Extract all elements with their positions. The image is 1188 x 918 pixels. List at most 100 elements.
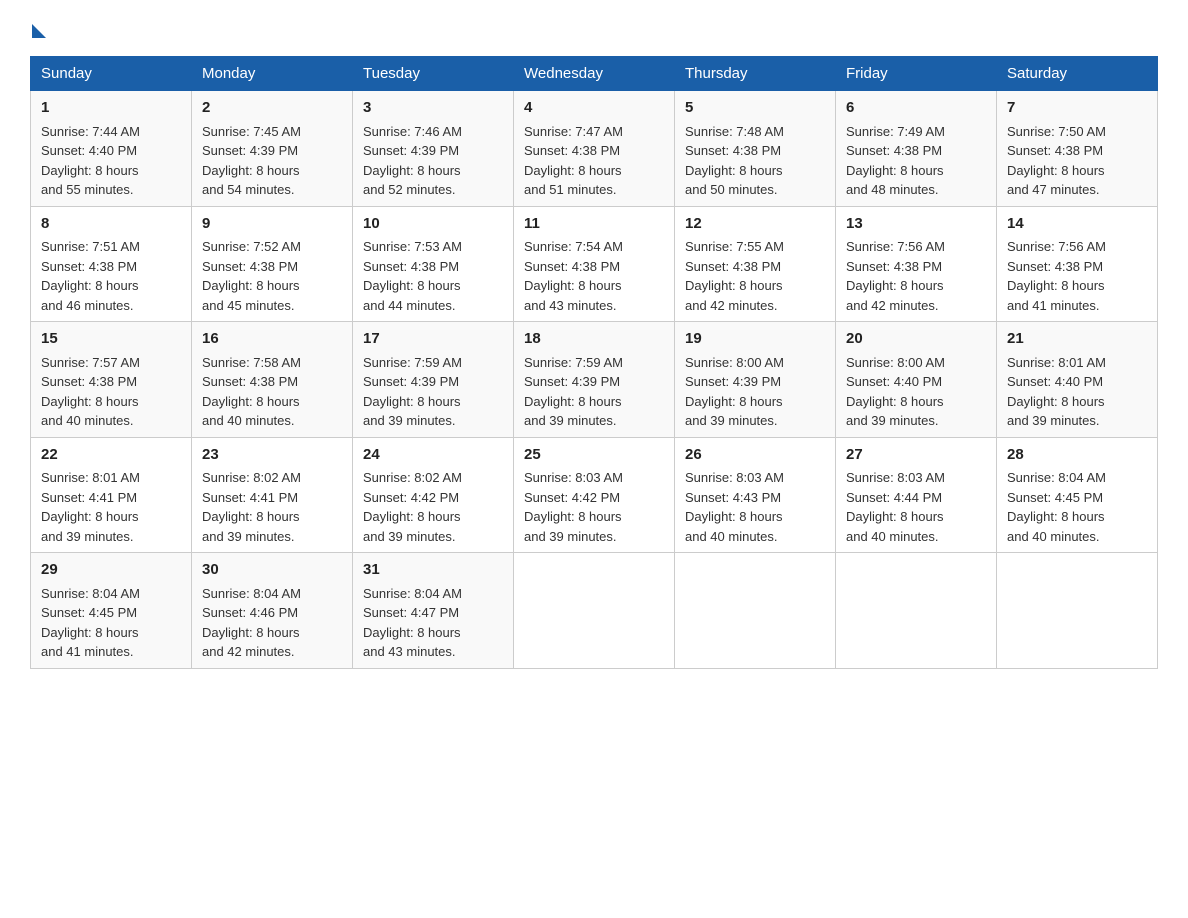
- day-number: 3: [363, 97, 503, 120]
- day-header-tuesday: Tuesday: [353, 57, 514, 91]
- day-info: Sunrise: 7:56 AMSunset: 4:38 PMDaylight:…: [1007, 239, 1106, 313]
- calendar-cell: 16 Sunrise: 7:58 AMSunset: 4:38 PMDaylig…: [192, 322, 353, 438]
- calendar-cell: 8 Sunrise: 7:51 AMSunset: 4:38 PMDayligh…: [31, 206, 192, 322]
- calendar-cell: 15 Sunrise: 7:57 AMSunset: 4:38 PMDaylig…: [31, 322, 192, 438]
- calendar-week-row: 15 Sunrise: 7:57 AMSunset: 4:38 PMDaylig…: [31, 322, 1158, 438]
- calendar-week-row: 8 Sunrise: 7:51 AMSunset: 4:38 PMDayligh…: [31, 206, 1158, 322]
- calendar-cell: 5 Sunrise: 7:48 AMSunset: 4:38 PMDayligh…: [675, 91, 836, 207]
- day-number: 12: [685, 213, 825, 236]
- day-number: 23: [202, 444, 342, 467]
- calendar-cell: 2 Sunrise: 7:45 AMSunset: 4:39 PMDayligh…: [192, 91, 353, 207]
- calendar-cell: 13 Sunrise: 7:56 AMSunset: 4:38 PMDaylig…: [836, 206, 997, 322]
- day-header-saturday: Saturday: [997, 57, 1158, 91]
- calendar-cell: 4 Sunrise: 7:47 AMSunset: 4:38 PMDayligh…: [514, 91, 675, 207]
- day-number: 8: [41, 213, 181, 236]
- calendar-cell: 17 Sunrise: 7:59 AMSunset: 4:39 PMDaylig…: [353, 322, 514, 438]
- day-number: 29: [41, 559, 181, 582]
- day-number: 13: [846, 213, 986, 236]
- calendar-cell: 19 Sunrise: 8:00 AMSunset: 4:39 PMDaylig…: [675, 322, 836, 438]
- calendar-cell: 14 Sunrise: 7:56 AMSunset: 4:38 PMDaylig…: [997, 206, 1158, 322]
- calendar-cell: [997, 553, 1158, 669]
- day-number: 30: [202, 559, 342, 582]
- day-info: Sunrise: 7:44 AMSunset: 4:40 PMDaylight:…: [41, 124, 140, 198]
- day-info: Sunrise: 8:02 AMSunset: 4:42 PMDaylight:…: [363, 470, 462, 544]
- day-info: Sunrise: 8:04 AMSunset: 4:45 PMDaylight:…: [41, 586, 140, 660]
- calendar-cell: 31 Sunrise: 8:04 AMSunset: 4:47 PMDaylig…: [353, 553, 514, 669]
- calendar-cell: [836, 553, 997, 669]
- day-number: 24: [363, 444, 503, 467]
- day-header-sunday: Sunday: [31, 57, 192, 91]
- day-info: Sunrise: 7:58 AMSunset: 4:38 PMDaylight:…: [202, 355, 301, 429]
- day-number: 25: [524, 444, 664, 467]
- day-number: 19: [685, 328, 825, 351]
- day-info: Sunrise: 8:01 AMSunset: 4:40 PMDaylight:…: [1007, 355, 1106, 429]
- day-info: Sunrise: 7:59 AMSunset: 4:39 PMDaylight:…: [524, 355, 623, 429]
- calendar-cell: 10 Sunrise: 7:53 AMSunset: 4:38 PMDaylig…: [353, 206, 514, 322]
- calendar-cell: 12 Sunrise: 7:55 AMSunset: 4:38 PMDaylig…: [675, 206, 836, 322]
- day-header-monday: Monday: [192, 57, 353, 91]
- calendar-week-row: 1 Sunrise: 7:44 AMSunset: 4:40 PMDayligh…: [31, 91, 1158, 207]
- day-number: 31: [363, 559, 503, 582]
- calendar-cell: 24 Sunrise: 8:02 AMSunset: 4:42 PMDaylig…: [353, 437, 514, 553]
- day-info: Sunrise: 7:49 AMSunset: 4:38 PMDaylight:…: [846, 124, 945, 198]
- day-number: 28: [1007, 444, 1147, 467]
- calendar-cell: 29 Sunrise: 8:04 AMSunset: 4:45 PMDaylig…: [31, 553, 192, 669]
- day-number: 2: [202, 97, 342, 120]
- day-info: Sunrise: 7:51 AMSunset: 4:38 PMDaylight:…: [41, 239, 140, 313]
- day-info: Sunrise: 8:03 AMSunset: 4:44 PMDaylight:…: [846, 470, 945, 544]
- day-info: Sunrise: 8:04 AMSunset: 4:47 PMDaylight:…: [363, 586, 462, 660]
- day-info: Sunrise: 7:47 AMSunset: 4:38 PMDaylight:…: [524, 124, 623, 198]
- day-info: Sunrise: 8:03 AMSunset: 4:43 PMDaylight:…: [685, 470, 784, 544]
- day-number: 9: [202, 213, 342, 236]
- day-number: 15: [41, 328, 181, 351]
- day-number: 6: [846, 97, 986, 120]
- calendar-cell: 7 Sunrise: 7:50 AMSunset: 4:38 PMDayligh…: [997, 91, 1158, 207]
- day-info: Sunrise: 7:46 AMSunset: 4:39 PMDaylight:…: [363, 124, 462, 198]
- calendar-cell: 25 Sunrise: 8:03 AMSunset: 4:42 PMDaylig…: [514, 437, 675, 553]
- day-header-thursday: Thursday: [675, 57, 836, 91]
- day-number: 26: [685, 444, 825, 467]
- calendar-cell: 22 Sunrise: 8:01 AMSunset: 4:41 PMDaylig…: [31, 437, 192, 553]
- day-number: 10: [363, 213, 503, 236]
- day-number: 11: [524, 213, 664, 236]
- day-number: 21: [1007, 328, 1147, 351]
- day-header-wednesday: Wednesday: [514, 57, 675, 91]
- calendar-week-row: 29 Sunrise: 8:04 AMSunset: 4:45 PMDaylig…: [31, 553, 1158, 669]
- day-number: 18: [524, 328, 664, 351]
- day-number: 17: [363, 328, 503, 351]
- day-info: Sunrise: 7:59 AMSunset: 4:39 PMDaylight:…: [363, 355, 462, 429]
- day-number: 14: [1007, 213, 1147, 236]
- day-info: Sunrise: 8:04 AMSunset: 4:46 PMDaylight:…: [202, 586, 301, 660]
- day-info: Sunrise: 8:03 AMSunset: 4:42 PMDaylight:…: [524, 470, 623, 544]
- logo: [30, 20, 46, 36]
- calendar-cell: 11 Sunrise: 7:54 AMSunset: 4:38 PMDaylig…: [514, 206, 675, 322]
- day-number: 1: [41, 97, 181, 120]
- day-info: Sunrise: 7:48 AMSunset: 4:38 PMDaylight:…: [685, 124, 784, 198]
- calendar-cell: 20 Sunrise: 8:00 AMSunset: 4:40 PMDaylig…: [836, 322, 997, 438]
- calendar-cell: 9 Sunrise: 7:52 AMSunset: 4:38 PMDayligh…: [192, 206, 353, 322]
- day-info: Sunrise: 8:00 AMSunset: 4:39 PMDaylight:…: [685, 355, 784, 429]
- day-info: Sunrise: 8:00 AMSunset: 4:40 PMDaylight:…: [846, 355, 945, 429]
- calendar-cell: 30 Sunrise: 8:04 AMSunset: 4:46 PMDaylig…: [192, 553, 353, 669]
- page-header: [30, 20, 1158, 36]
- calendar-cell: [675, 553, 836, 669]
- calendar-cell: 27 Sunrise: 8:03 AMSunset: 4:44 PMDaylig…: [836, 437, 997, 553]
- logo-arrow-icon: [32, 24, 46, 38]
- calendar-cell: 28 Sunrise: 8:04 AMSunset: 4:45 PMDaylig…: [997, 437, 1158, 553]
- day-info: Sunrise: 8:02 AMSunset: 4:41 PMDaylight:…: [202, 470, 301, 544]
- calendar-cell: [514, 553, 675, 669]
- calendar-cell: 3 Sunrise: 7:46 AMSunset: 4:39 PMDayligh…: [353, 91, 514, 207]
- day-info: Sunrise: 8:01 AMSunset: 4:41 PMDaylight:…: [41, 470, 140, 544]
- day-info: Sunrise: 7:50 AMSunset: 4:38 PMDaylight:…: [1007, 124, 1106, 198]
- day-info: Sunrise: 7:54 AMSunset: 4:38 PMDaylight:…: [524, 239, 623, 313]
- calendar-cell: 18 Sunrise: 7:59 AMSunset: 4:39 PMDaylig…: [514, 322, 675, 438]
- day-number: 22: [41, 444, 181, 467]
- calendar-cell: 1 Sunrise: 7:44 AMSunset: 4:40 PMDayligh…: [31, 91, 192, 207]
- day-info: Sunrise: 7:53 AMSunset: 4:38 PMDaylight:…: [363, 239, 462, 313]
- day-number: 7: [1007, 97, 1147, 120]
- day-number: 5: [685, 97, 825, 120]
- day-number: 16: [202, 328, 342, 351]
- days-header-row: SundayMondayTuesdayWednesdayThursdayFrid…: [31, 57, 1158, 91]
- day-info: Sunrise: 7:57 AMSunset: 4:38 PMDaylight:…: [41, 355, 140, 429]
- day-info: Sunrise: 7:52 AMSunset: 4:38 PMDaylight:…: [202, 239, 301, 313]
